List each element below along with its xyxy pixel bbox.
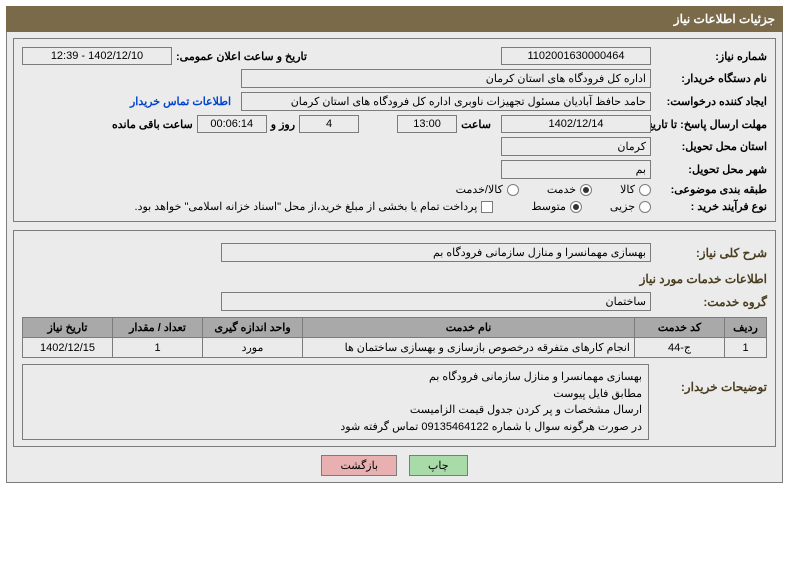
deadline-date-value: 1402/12/14 [501, 115, 651, 133]
radio-service[interactable] [580, 184, 592, 196]
days-text: روز و [271, 118, 295, 131]
remaining-time-value: 00:06:14 [197, 115, 267, 133]
radio-medium-label: متوسط [531, 200, 566, 213]
radio-partial-label: جزیی [610, 200, 635, 213]
th-qty: تعداد / مقدار [113, 318, 203, 338]
cell-code: ج-44 [635, 338, 725, 358]
th-date: تاریخ نیاز [23, 318, 113, 338]
detail-fieldset: شرح کلی نیاز: بهسازی مهمانسرا و منازل سا… [13, 230, 776, 447]
back-button[interactable]: بازگشت [321, 455, 397, 476]
announce-value: 1402/12/10 - 12:39 [22, 47, 172, 65]
service-group-label: گروه خدمت: [655, 295, 767, 309]
radio-goods-service-label: کالا/خدمت [456, 183, 503, 196]
buyer-contact-link[interactable]: اطلاعات تماس خریدار [130, 95, 231, 108]
cell-name: انجام کارهای متفرقه درخصوص بازسازی و بهس… [303, 338, 635, 358]
main-container: شماره نیاز: 1102001630000464 تاریخ و ساع… [6, 32, 783, 483]
radio-medium[interactable] [570, 201, 582, 213]
radio-goods-label: کالا [620, 183, 635, 196]
table-header-row: ردیف کد خدمت نام خدمت واحد اندازه گیری ت… [23, 318, 767, 338]
radio-goods[interactable] [639, 184, 651, 196]
need-no-value: 1102001630000464 [501, 47, 651, 65]
cell-qty: 1 [113, 338, 203, 358]
buyer-desc-label: توضیحات خریدار: [655, 364, 767, 394]
city-label: شهر محل تحویل: [655, 163, 767, 176]
cell-unit: مورد [203, 338, 303, 358]
need-no-label: شماره نیاز: [655, 50, 767, 63]
desc-line-3: ارسال مشخصات و پر کردن جدول قیمت الزامیس… [29, 402, 642, 419]
button-row: چاپ بازگشت [13, 455, 776, 476]
th-code: کد خدمت [635, 318, 725, 338]
radio-goods-service[interactable] [507, 184, 519, 196]
buyer-label: نام دستگاه خریدار: [655, 72, 767, 85]
deadline-label: مهلت ارسال پاسخ: تا تاریخ: [655, 118, 767, 131]
desc-line-4: در صورت هرگونه سوال با شماره 09135464122… [29, 419, 642, 436]
desc-line-2: مطابق فایل پیوست [29, 386, 642, 403]
page-header: جزئیات اطلاعات نیاز [6, 6, 783, 32]
services-table: ردیف کد خدمت نام خدمت واحد اندازه گیری ت… [22, 317, 767, 358]
service-group-value: ساختمان [221, 292, 651, 311]
cell-date: 1402/12/15 [23, 338, 113, 358]
radio-partial[interactable] [639, 201, 651, 213]
cell-row: 1 [725, 338, 767, 358]
province-value: کرمان [501, 137, 651, 156]
print-button[interactable]: چاپ [409, 455, 468, 476]
purchase-type-label: نوع فرآیند خرید : [655, 200, 767, 213]
th-row: ردیف [725, 318, 767, 338]
radio-service-label: خدمت [547, 183, 576, 196]
announce-label: تاریخ و ساعت اعلان عمومی: [176, 50, 307, 63]
time-label: ساعت [461, 118, 491, 131]
buyer-desc-value: بهسازی مهمانسرا و منازل سازمانی فرودگاه … [22, 364, 649, 440]
requester-label: ایجاد کننده درخواست: [655, 95, 767, 108]
city-value: بم [501, 160, 651, 179]
th-unit: واحد اندازه گیری [203, 318, 303, 338]
checkbox-payment[interactable] [481, 201, 493, 213]
payment-note-text: پرداخت تمام یا بخشی از مبلغ خرید،از محل … [135, 200, 478, 213]
table-row: 1 ج-44 انجام کارهای متفرقه درخصوص بازساز… [23, 338, 767, 358]
general-desc-label: شرح کلی نیاز: [655, 246, 767, 260]
info-fieldset: شماره نیاز: 1102001630000464 تاریخ و ساع… [13, 38, 776, 222]
remaining-text: ساعت باقی مانده [112, 118, 193, 131]
requester-value: حامد حافظ آبادیان مسئول تجهیزات ناوبری ا… [241, 92, 651, 111]
category-label: طبقه بندی موضوعی: [655, 183, 767, 196]
services-info-label: اطلاعات خدمات مورد نیاز [634, 272, 767, 286]
general-desc-value: بهسازی مهمانسرا و منازل سازمانی فرودگاه … [221, 243, 651, 262]
desc-line-1: بهسازی مهمانسرا و منازل سازمانی فرودگاه … [29, 369, 642, 386]
th-name: نام خدمت [303, 318, 635, 338]
deadline-time-value: 13:00 [397, 115, 457, 133]
province-label: استان محل تحویل: [655, 140, 767, 153]
days-left-value: 4 [299, 115, 359, 133]
buyer-value: اداره کل فرودگاه های استان کرمان [241, 69, 651, 88]
